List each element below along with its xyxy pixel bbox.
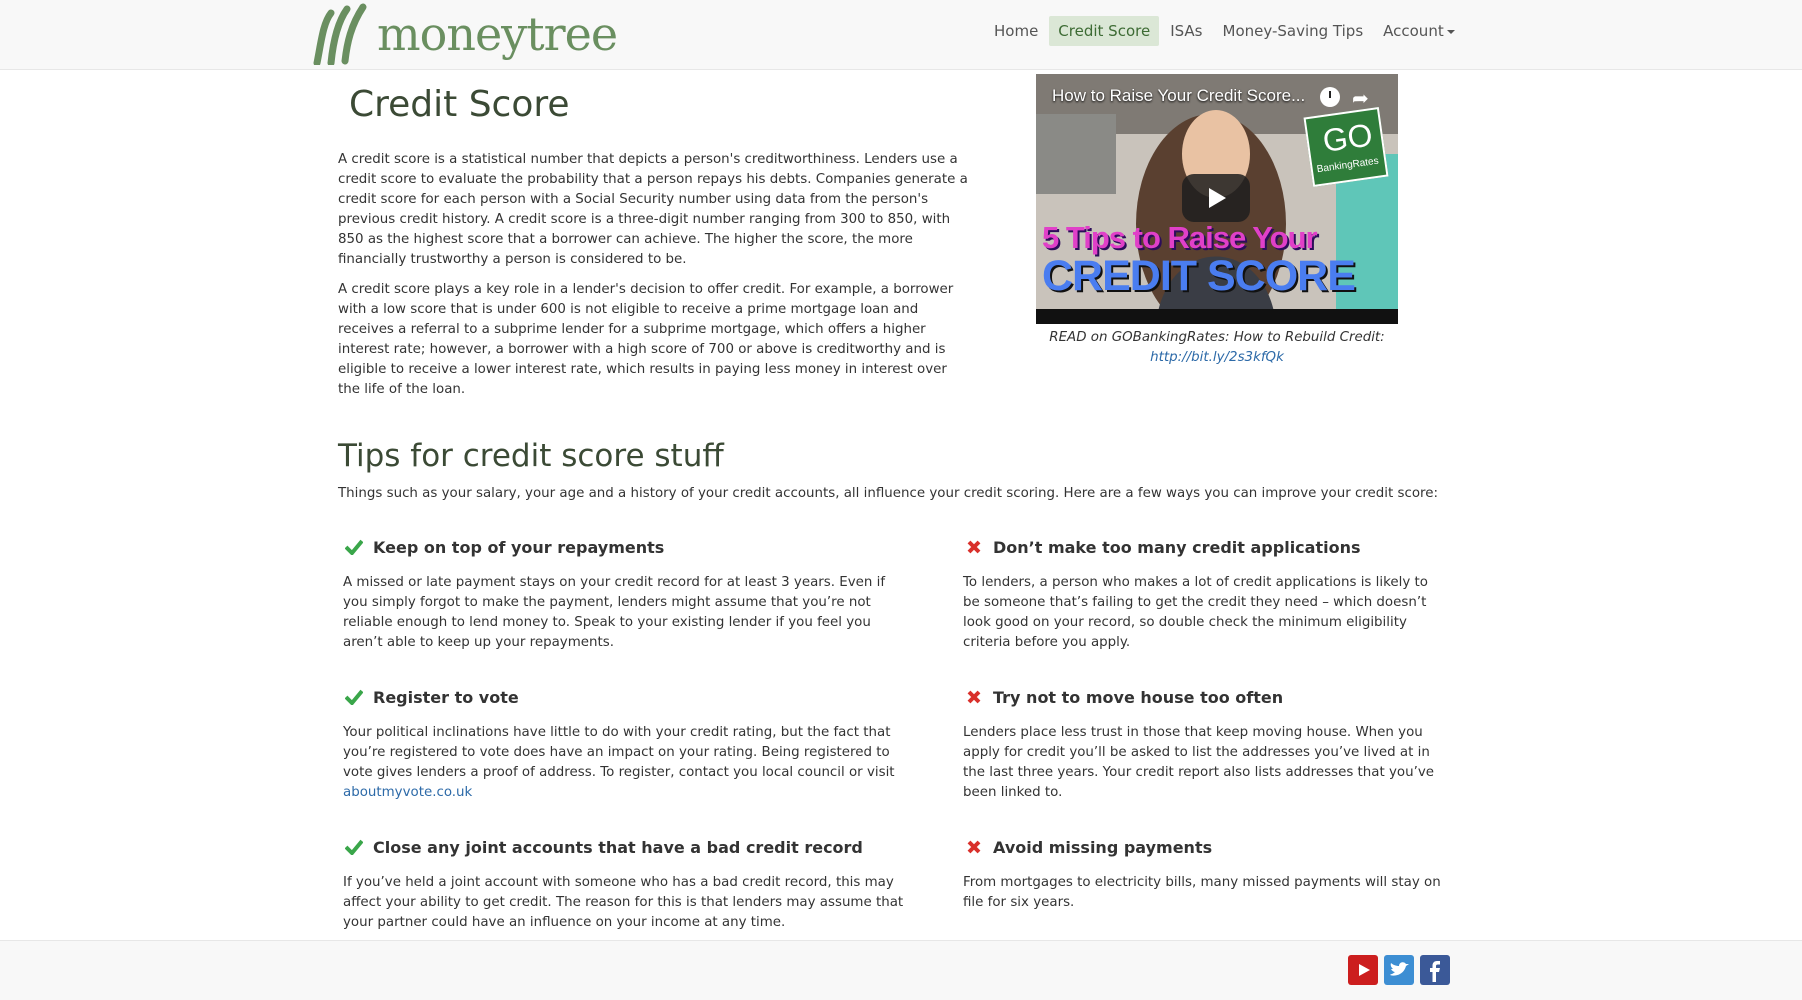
nav-credit-score[interactable]: Credit Score [1049, 16, 1160, 46]
tip-dont: Avoid missing payments From mortgages to… [963, 835, 1543, 913]
tip-body-text: Your political inclinations have little … [343, 725, 895, 780]
tip-title: Try not to move house too often [993, 687, 1284, 707]
cross-icon [963, 686, 985, 708]
tip-title: Don’t make too many credit applications [993, 537, 1361, 557]
intro-paragraph: A credit score plays a key role in a len… [338, 282, 954, 397]
video-player[interactable]: How to Raise Your Credit Score... ➦ GO B… [1036, 74, 1398, 324]
intro-paragraph: A credit score is a statistical number t… [338, 152, 968, 267]
intro-text: A credit score is a statistical number t… [338, 150, 970, 410]
main-nav: Home Credit Score ISAs Money-Saving Tips… [985, 16, 1466, 46]
video-caption-link[interactable]: http://bit.ly/2s3kfQk [1150, 350, 1284, 365]
facebook-icon[interactable] [1420, 955, 1450, 985]
moneytree-logo-icon [313, 3, 367, 65]
tip-body: To lenders, a person who makes a lot of … [963, 575, 1428, 650]
play-button-icon[interactable] [1182, 174, 1250, 222]
youtube-icon[interactable] [1348, 955, 1378, 985]
tip-title: Keep on top of your repayments [373, 537, 665, 557]
tip-title: Close any joint accounts that have a bad… [373, 837, 863, 857]
video-overlay-line1: 5 Tips to Raise Your [1042, 220, 1318, 255]
share-icon[interactable]: ➦ [1352, 86, 1369, 110]
twitter-icon[interactable] [1384, 955, 1414, 985]
nav-home[interactable]: Home [985, 16, 1047, 46]
tip-body: If you’ve held a joint account with some… [343, 875, 904, 930]
navbar: moneytree Home Credit Score ISAs Money-S… [0, 0, 1802, 70]
brand-name: moneytree [377, 7, 618, 61]
cross-icon [963, 836, 985, 858]
tip-dont: Try not to move house too often Lenders … [963, 685, 1543, 803]
video-caption-text: READ on GOBankingRates: How to Rebuild C… [1049, 330, 1385, 345]
tip-title: Register to vote [373, 687, 519, 707]
brand-link[interactable]: moneytree [313, 3, 618, 65]
tip-body: From mortgages to electricity bills, man… [963, 875, 1441, 910]
watch-later-icon[interactable] [1320, 87, 1340, 107]
footer [0, 940, 1802, 1000]
cross-icon [963, 536, 985, 558]
aboutmyvote-link[interactable]: aboutmyvote.co.uk [343, 785, 472, 800]
page-title: Credit Score [349, 84, 570, 125]
video-overlay-line2: CREDIT SCORE [1042, 252, 1356, 300]
checkmark-icon [343, 686, 365, 708]
tip-dont: Don’t make too many credit applications … [963, 535, 1543, 653]
tip-do: Register to vote Your political inclinat… [343, 685, 923, 803]
tip-do: Close any joint accounts that have a bad… [343, 835, 923, 933]
nav-isas[interactable]: ISAs [1161, 16, 1211, 46]
tip-title: Avoid missing payments [993, 837, 1213, 857]
tip-do: Keep on top of your repayments A missed … [343, 535, 923, 653]
tip-body: A missed or late payment stays on your c… [343, 575, 886, 650]
nav-money-saving-tips[interactable]: Money-Saving Tips [1214, 16, 1373, 46]
tips-title: Tips for credit score stuff [338, 438, 724, 474]
caret-down-icon [1446, 29, 1455, 34]
gobankingrates-logo: GO BankingRates [1303, 107, 1389, 187]
nav-account-label: Account [1383, 22, 1444, 40]
video-caption: READ on GOBankingRates: How to Rebuild C… [1036, 328, 1398, 368]
nav-account-dropdown[interactable]: Account [1374, 16, 1464, 46]
tip-body: Lenders place less trust in those that k… [963, 725, 1435, 800]
checkmark-icon [343, 536, 365, 558]
tips-intro: Things such as your salary, your age and… [338, 486, 1439, 501]
video-title: How to Raise Your Credit Score... [1052, 86, 1306, 105]
tip-body: Your political inclinations have little … [343, 723, 923, 803]
go-logo-text: GO [1320, 116, 1375, 159]
checkmark-icon [343, 836, 365, 858]
